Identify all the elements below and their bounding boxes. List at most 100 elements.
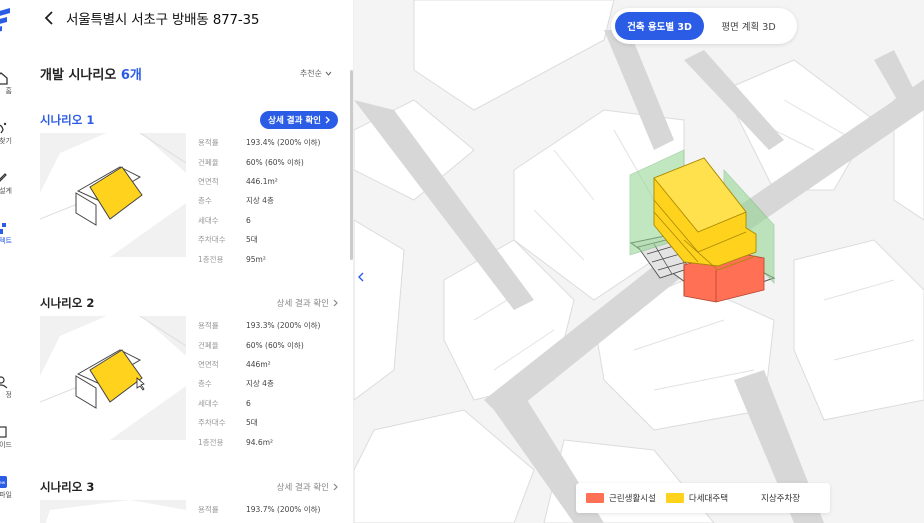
scenario-title: 시나리오 1: [40, 113, 95, 127]
property-key: 층수: [198, 379, 212, 389]
rail-item-label: 설계: [0, 187, 12, 195]
rail-item-label: 젝트: [0, 237, 12, 245]
chevron-right-icon: [333, 299, 338, 307]
sort-label: 추천순: [299, 69, 322, 78]
property-value: 5대: [246, 418, 258, 428]
chevron-down-icon: [325, 71, 332, 76]
property-row: 1층전용 95m²: [198, 249, 338, 268]
property-value: 지상 4층: [246, 196, 274, 206]
panel-collapse-button[interactable]: [354, 268, 368, 286]
rail-item-home[interactable]: 홈: [0, 70, 18, 96]
scenario-card-3[interactable]: 시나리오 3 상세 결과 확인 용적률 193.7% (200% 이하): [40, 478, 338, 523]
svg-text:new: new: [0, 480, 6, 485]
scenario-properties: 용적률 193.4% (200% 이하) 건폐율 60% (60% 이하) 연면적 4…: [198, 133, 338, 269]
side-rail: 홈 찾기 설계 젝트 정 이드 new: [0, 0, 18, 523]
scenario-panel: 서울특별시 서초구 방배동 877-35 개발 시나리오 6개 추천순 시나리오…: [18, 0, 354, 523]
property-row: 주차대수 5대: [198, 413, 338, 432]
rail-item-label: 정: [5, 391, 12, 399]
property-row: 연면적 446m²: [198, 355, 338, 374]
property-row: 용적률 193.4% (200% 이하): [198, 133, 338, 152]
scenario-thumbnail: [40, 316, 186, 440]
rail-item-design[interactable]: 설계: [0, 170, 18, 196]
property-row: 건폐율 60% (60% 이하): [198, 335, 338, 354]
property-value: 446m²: [246, 359, 271, 369]
scenario-card-header: 시나리오 1 상세 결과 확인: [40, 111, 338, 129]
property-value: 6: [246, 215, 251, 225]
property-value: 6: [246, 398, 251, 408]
property-key: 용적률: [198, 321, 219, 331]
rail-item-label: 파일: [0, 491, 12, 499]
legend-item: 다세대주택: [665, 492, 729, 504]
scenario-title: 시나리오 3: [40, 480, 95, 494]
sort-dropdown[interactable]: 추천순: [300, 68, 332, 79]
scenario-card-1[interactable]: 시나리오 1 상세 결과 확인 용적률 193.4% (200% 이하) 건폐율…: [40, 111, 338, 271]
scenario-card-header: 시나리오 2 상세 결과 확인: [40, 294, 338, 312]
rail-item-label: 홈: [5, 87, 12, 95]
detail-result-button[interactable]: 상세 결과 확인: [260, 111, 338, 129]
property-key: 용적률: [198, 138, 219, 148]
property-key: 세대수: [198, 398, 219, 408]
property-key: 용적률: [198, 505, 219, 515]
address-title: 서울특별시 서초구 방배동 877-35: [66, 12, 260, 28]
property-row: 1층전용 94.6m²: [198, 432, 338, 451]
rail-item-settings[interactable]: 정: [0, 374, 18, 400]
property-key: 연면적: [198, 359, 219, 369]
property-value: 60% (60% 이하): [246, 340, 304, 350]
property-value: 5대: [246, 235, 258, 245]
tab-usage-3d[interactable]: 건축 용도별 3D: [615, 12, 704, 40]
chevron-right-icon: [325, 116, 330, 124]
property-row: 주차대수 5대: [198, 230, 338, 249]
detail-result-button[interactable]: 상세 결과 확인: [277, 481, 338, 493]
chevron-left-icon: [44, 11, 53, 25]
property-row: 용적률 193.7% (200% 이하): [198, 500, 338, 519]
property-key: 연면적: [198, 176, 219, 186]
scenario-heading: 개발 시나리오 6개: [40, 64, 142, 83]
rail-item-file[interactable]: new 파일: [0, 474, 18, 500]
property-value: 94.6m²: [246, 437, 274, 447]
scenario-properties: 용적률 193.3% (200% 이하) 건폐율 60% (60% 이하) 연면적 4…: [198, 316, 338, 452]
file-icon: new: [0, 476, 7, 488]
rail-item-find[interactable]: 찾기: [0, 120, 18, 146]
legend-label: 근린생활시설: [609, 494, 656, 504]
property-value: 193.3% (200% 이하): [246, 321, 321, 331]
legend-swatch: [738, 493, 757, 503]
rail-item-project[interactable]: 젝트: [0, 220, 18, 246]
legend-label: 다세대주택: [688, 494, 729, 504]
property-key: 1층전용: [198, 437, 224, 447]
scenario-thumbnail: [40, 500, 186, 523]
scenario-heading-label: 개발 시나리오: [40, 68, 117, 83]
chevron-left-icon: [358, 272, 364, 282]
panel-scrollbar[interactable]: [350, 70, 353, 260]
property-row: 세대수 6: [198, 211, 338, 230]
detail-result-label: 상세 결과 확인: [276, 299, 329, 309]
user-icon: [0, 376, 8, 389]
property-key: 층수: [198, 196, 212, 206]
legend-item: 근린생활시설: [586, 492, 656, 504]
property-value: 지상 4층: [246, 379, 274, 389]
tab-floorplan-3d[interactable]: 평면 계획 3D: [704, 12, 793, 40]
home-icon: [0, 72, 8, 85]
scenario-header: 개발 시나리오 6개 추천순: [40, 64, 332, 83]
detail-result-button[interactable]: 상세 결과 확인: [277, 297, 338, 309]
back-button[interactable]: [40, 9, 58, 27]
property-key: 건폐율: [198, 340, 219, 350]
map-3d-view[interactable]: [354, 0, 924, 523]
scenario-card-2[interactable]: 시나리오 2 상세 결과 확인 용적률 193.3% (200% 이하) 건폐율…: [40, 294, 338, 454]
rail-item-label: 찾기: [0, 137, 12, 145]
view-mode-toggle: 건축 용도별 3D 평면 계획 3D: [611, 8, 797, 44]
property-row: 건폐율 60% (60% 이하): [198, 152, 338, 171]
app-logo[interactable]: [0, 8, 14, 32]
rail-item-guide[interactable]: 이드: [0, 424, 18, 450]
property-row: 층수 지상 4층: [198, 191, 338, 210]
chevron-right-icon: [333, 483, 338, 491]
legend-label: 지상주차장: [761, 494, 801, 504]
property-row: 연면적 446.1m²: [198, 172, 338, 191]
legend-swatch: [586, 493, 604, 503]
book-icon: [0, 426, 7, 438]
property-key: 주차대수: [198, 418, 226, 428]
scenario-card-header: 시나리오 3 상세 결과 확인: [40, 478, 338, 496]
scenario-count: 6개: [120, 68, 142, 83]
detail-result-label: 상세 결과 확인: [276, 483, 329, 493]
property-key: 1층전용: [198, 254, 224, 264]
map-legend: 근린생활시설 다세대주택 지상주차장: [576, 483, 830, 513]
